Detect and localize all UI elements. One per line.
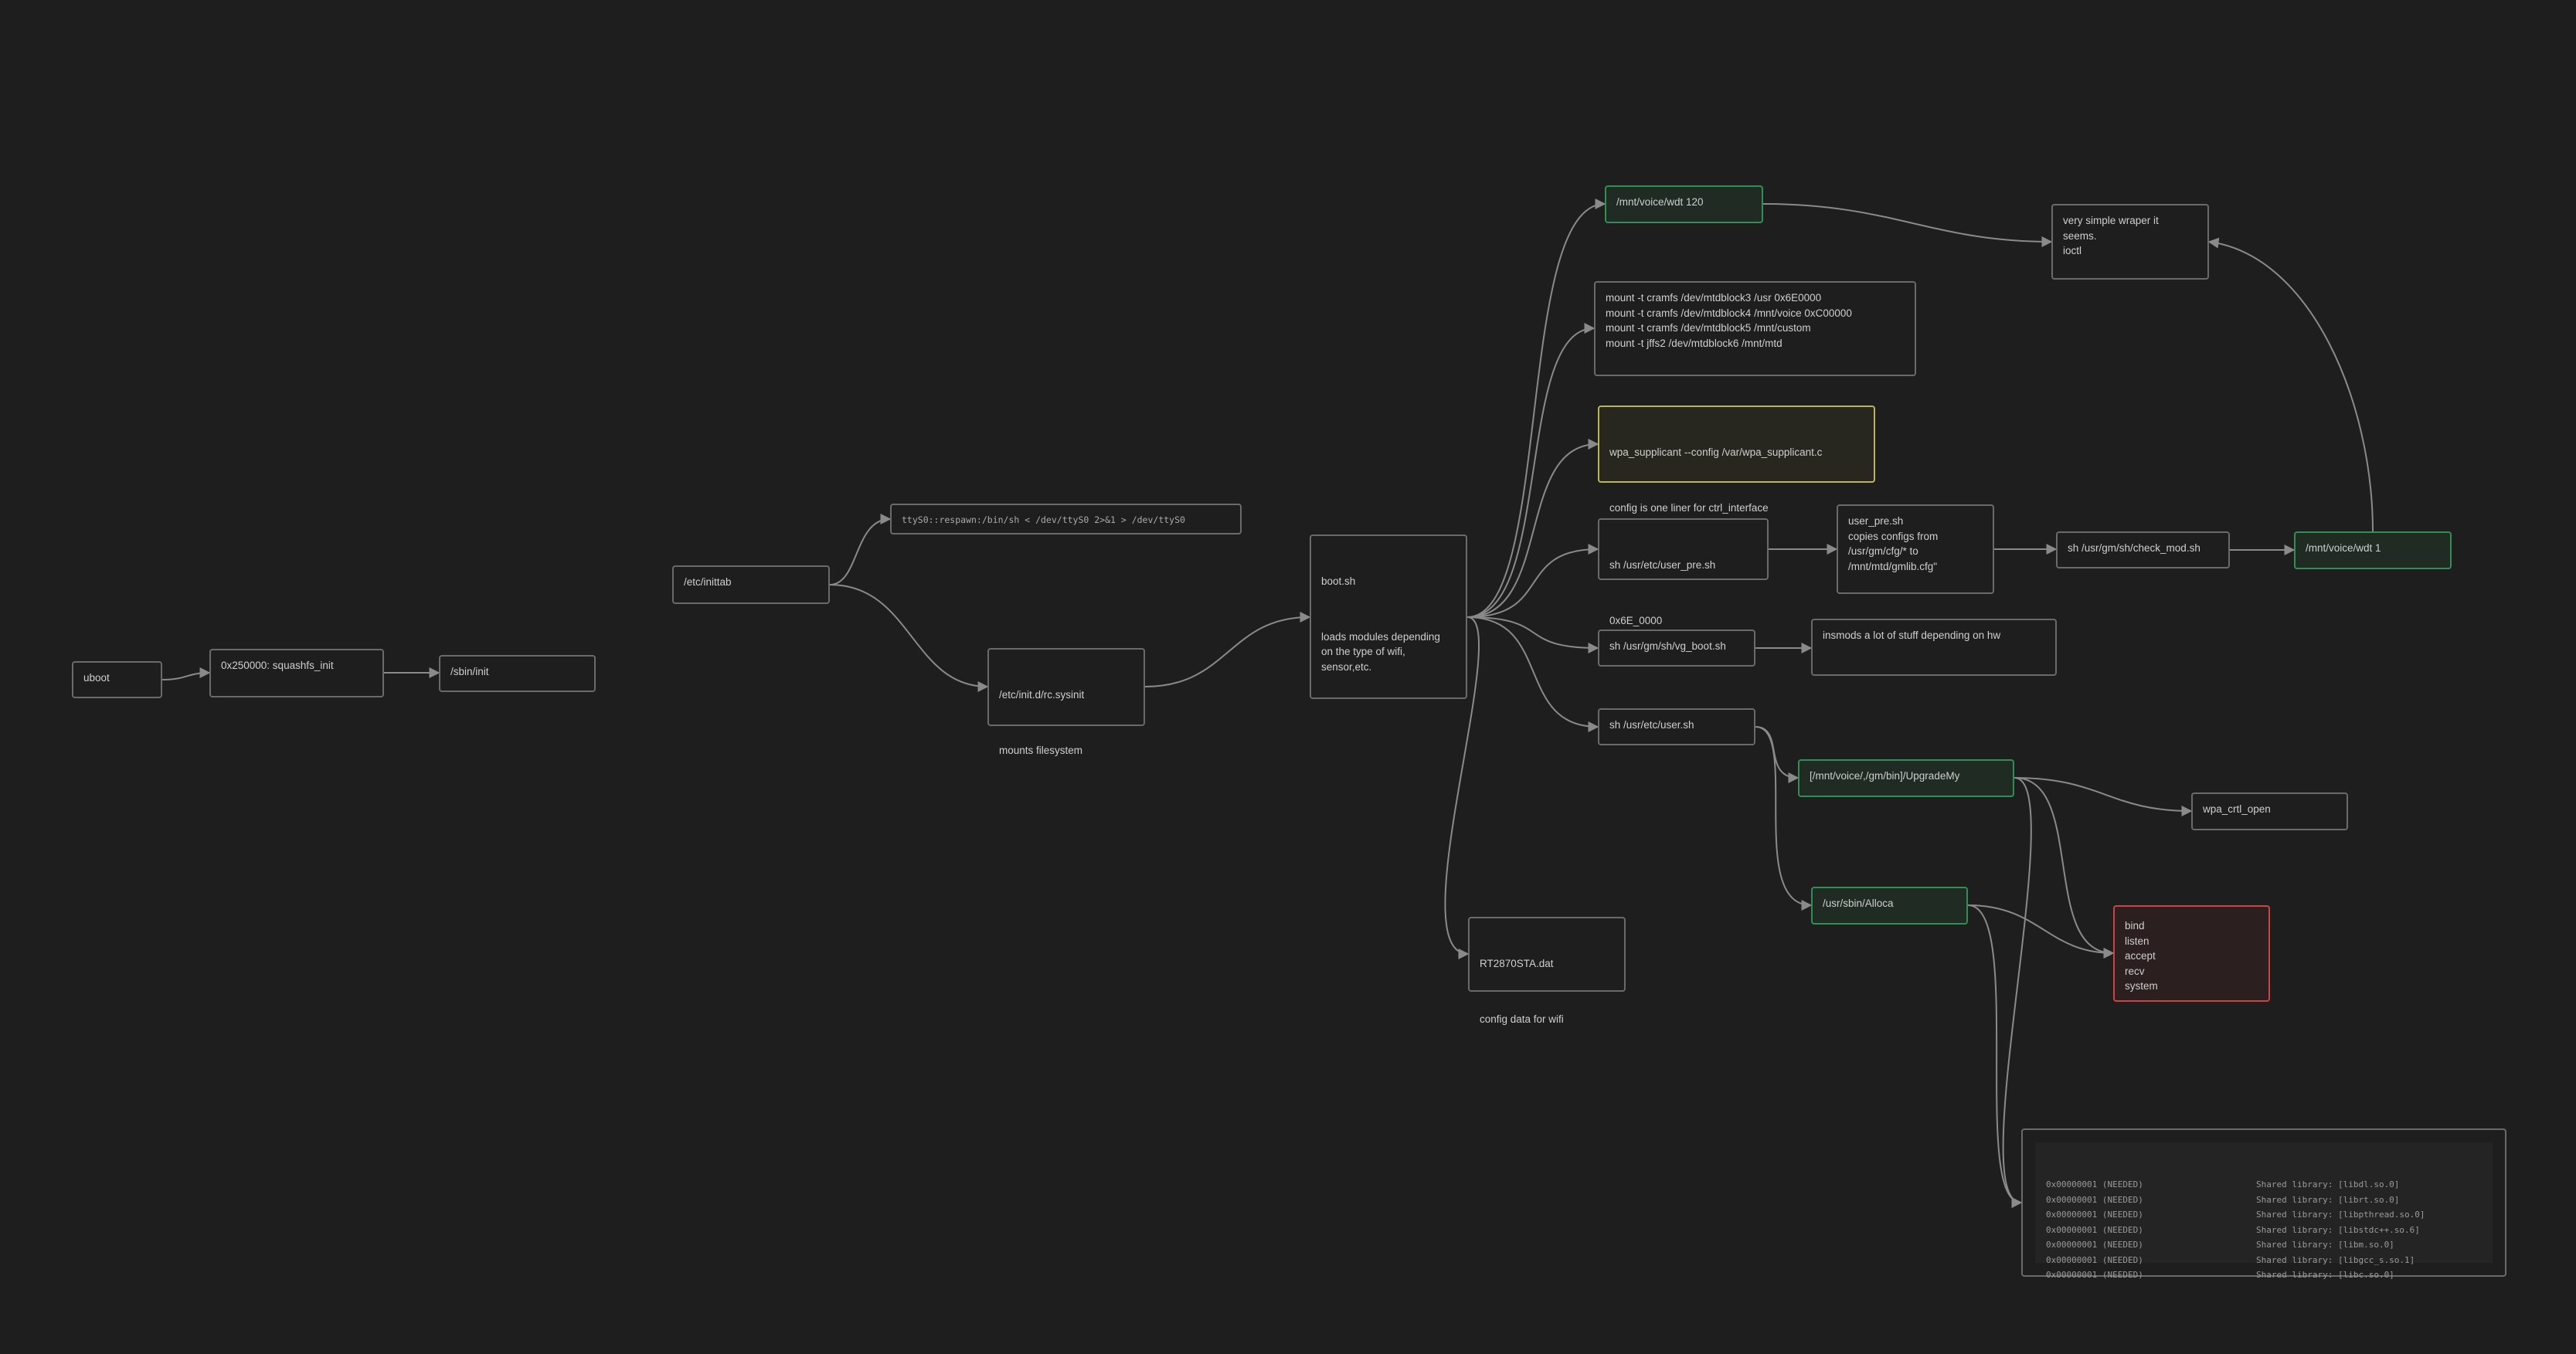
node-mount-commands[interactable]: mount -t cramfs /dev/mtdblock3 /usr 0x6E… [1594, 281, 1916, 376]
node-upgrade-my[interactable]: [/mnt/voice/,/gm/bin]/UpgradeMy [1798, 759, 2014, 797]
edge-boot-vgboot [1466, 616, 1599, 653]
library-name: Shared library: [libdl.so.0] [2256, 1179, 2400, 1189]
node-uboot-label: uboot [83, 672, 110, 684]
node-sbin-init[interactable]: /sbin/init [439, 655, 596, 692]
node-wdt-120-label: /mnt/voice/wdt 120 [1616, 196, 1704, 208]
edge-alloca-libraries [1967, 904, 2023, 1208]
node-rt2870[interactable]: RT2870STA.dat config data for wifi [1468, 917, 1626, 1025]
node-boot-sh-desc: loads modules depending on the type of w… [1321, 630, 1440, 673]
node-vg-boot[interactable]: sh /usr/gm/sh/vg_boot.sh [1598, 629, 1755, 667]
node-wpa-ctrl-open[interactable]: wpa_crtl_open [2191, 792, 2348, 830]
library-row: 0x00000001 (NEEDED) Shared library: [libs… [2046, 1223, 2425, 1238]
library-tag: 0x00000001 (NEEDED) [2046, 1254, 2143, 1265]
library-name: Shared library: [libc.so.0] [2256, 1270, 2394, 1280]
library-tag: 0x00000001 (NEEDED) [2046, 1224, 2143, 1235]
node-rt2870-title: RT2870STA.dat [1480, 958, 1554, 969]
edge-usersh-upgrade [1755, 726, 1799, 783]
node-insmods-label: insmods a lot of stuff depending on hw [1823, 629, 2001, 641]
node-vg-boot-label: sh /usr/gm/sh/vg_boot.sh [1609, 640, 1726, 652]
library-row: 0x00000001 (NEEDED) Shared library: [libm… [2046, 1237, 2425, 1253]
edge-upgrade-wpactrl [2014, 777, 2193, 816]
node-tty-respawn-label: ttyS0::respawn:/bin/sh < /dev/ttyS0 2>&1… [902, 514, 1185, 525]
edge-boot-mounts [1466, 323, 1596, 618]
node-user-pre-sh-addr: 0x6E_0000 [1609, 614, 1663, 626]
node-user-pre-sh[interactable]: sh /usr/etc/user_pre.sh 0x6E_0000 [1598, 518, 1769, 626]
node-user-pre-desc[interactable]: user_pre.sh copies configs from /usr/gm/… [1837, 504, 1994, 594]
library-row: 0x00000001 (NEEDED) Shared library: [libd… [2046, 1177, 2425, 1193]
node-squashfs-init-label: 0x250000: squashfs_init [221, 660, 334, 671]
node-sbin-init-label: /sbin/init [450, 666, 489, 677]
library-row: 0x00000001 (NEEDED) Shared library: [libr… [2046, 1193, 2425, 1208]
node-mount-commands-label: mount -t cramfs /dev/mtdblock3 /usr 0x6E… [1606, 292, 1852, 349]
node-wpa-supplicant[interactable]: wpa_supplicant --config /var/wpa_supplic… [1598, 406, 1875, 514]
edge-wdt120-wrapper [1762, 203, 2053, 247]
node-tty-respawn[interactable]: ttyS0::respawn:/bin/sh < /dev/ttyS0 2>&1… [890, 504, 1242, 534]
edge-boot-userpre [1466, 544, 1599, 618]
node-rc-sysinit-desc: mounts filesystem [999, 744, 1083, 756]
edge-boot-wpa [1466, 439, 1599, 618]
edge-inittab-tty [829, 514, 892, 585]
node-boot-sh-title: boot.sh [1321, 575, 1356, 587]
library-tag: 0x00000001 (NEEDED) [2046, 1210, 2143, 1220]
node-wdt-120[interactable]: /mnt/voice/wdt 120 [1605, 185, 1763, 223]
node-upgrade-my-label: [/mnt/voice/,/gm/bin]/UpgradeMy [1810, 770, 1960, 782]
library-tag: 0x00000001 (NEEDED) [2046, 1240, 2143, 1250]
node-inittab-label: /etc/inittab [684, 576, 732, 588]
node-inittab[interactable]: /etc/inittab [672, 565, 830, 604]
node-user-sh-label: sh /usr/etc/user.sh [1609, 719, 1694, 731]
node-insmods[interactable]: insmods a lot of stuff depending on hw [1811, 619, 2057, 676]
library-tag: 0x00000001 (NEEDED) [2046, 1194, 2143, 1205]
library-name: Shared library: [libm.so.0] [2256, 1240, 2394, 1250]
node-wpa-supplicant-desc: config is one liner for ctrl_interface [1609, 501, 1769, 514]
library-name: Shared library: [libstdc++.so.6] [2256, 1224, 2420, 1235]
node-rc-sysinit-title: /etc/init.d/rc.sysinit [999, 689, 1085, 701]
node-alloca[interactable]: /usr/sbin/Alloca [1811, 887, 1968, 925]
node-user-sh[interactable]: sh /usr/etc/user.sh [1598, 708, 1755, 745]
shared-libraries-code-block: 0x00000001 (NEEDED) Shared library: [libd… [2035, 1142, 2493, 1280]
node-wpa-supplicant-title: wpa_supplicant --config /var/wpa_supplic… [1609, 446, 1823, 458]
node-boot-sh[interactable]: boot.sh loads modules depending on the t… [1310, 534, 1467, 699]
shared-libraries-table: 0x00000001 (NEEDED) Shared library: [libd… [2046, 1177, 2425, 1283]
edge-usersh-alloca [1755, 726, 1813, 911]
node-rc-sysinit[interactable]: /etc/init.d/rc.sysinit mounts filesystem [987, 648, 1145, 756]
node-rt2870-desc: config data for wifi [1480, 1013, 1564, 1025]
node-user-pre-sh-title: sh /usr/etc/user_pre.sh [1609, 559, 1716, 571]
node-syscalls[interactable]: bind listen accept recv system [2113, 905, 2270, 1002]
library-row: 0x00000001 (NEEDED) Shared library: [libg… [2046, 1253, 2425, 1268]
edge-boot-usersh [1466, 616, 1599, 732]
node-syscalls-label: bind listen accept recv system [2125, 920, 2158, 992]
node-alloca-label: /usr/sbin/Alloca [1823, 898, 1894, 909]
node-check-mod[interactable]: sh /usr/gm/sh/check_mod.sh [2056, 531, 2230, 568]
node-wdt-1[interactable]: /mnt/voice/wdt 1 [2294, 531, 2452, 569]
library-tag: 0x00000001 (NEEDED) [2046, 1270, 2143, 1280]
library-name: Shared library: [libgcc_s.so.1] [2256, 1254, 2415, 1265]
node-shared-libraries[interactable]: 0x00000001 (NEEDED) Shared library: [libd… [2021, 1128, 2506, 1280]
node-uboot[interactable]: uboot [72, 661, 162, 698]
library-row: 0x00000001 (NEEDED) Shared library: [libp… [2046, 1207, 2425, 1223]
node-wrapper-note-label: very simple wraper it seems. ioctl [2063, 215, 2159, 256]
edge-uboot-squashfs [161, 667, 211, 680]
node-user-pre-desc-label: user_pre.sh copies configs from /usr/gm/… [1848, 515, 1939, 572]
node-squashfs-init[interactable]: 0x250000: squashfs_init [209, 649, 384, 697]
library-row: 0x00000001 (NEEDED) Shared library: [libc… [2046, 1267, 2425, 1283]
node-wdt-1-label: /mnt/voice/wdt 1 [2306, 542, 2381, 554]
edge-inittab-rcsysinit [829, 584, 989, 692]
edge-wdt1-wrapper [2207, 237, 2374, 532]
node-wpa-ctrl-open-label: wpa_crtl_open [2203, 803, 2271, 815]
node-wrapper-note[interactable]: very simple wraper it seems. ioctl [2051, 204, 2209, 280]
library-name: Shared library: [librt.so.0] [2256, 1194, 2400, 1205]
library-name: Shared library: [libpthread.so.0] [2256, 1210, 2425, 1220]
library-tag: 0x00000001 (NEEDED) [2046, 1179, 2143, 1189]
edge-rcsysinit-boot [1144, 612, 1311, 687]
diagram-canvas: uboot 0x250000: squashfs_init /sbin/init… [0, 0, 2576, 1354]
edge-boot-wdt120 [1466, 199, 1606, 618]
node-check-mod-label: sh /usr/gm/sh/check_mod.sh [2068, 542, 2200, 554]
